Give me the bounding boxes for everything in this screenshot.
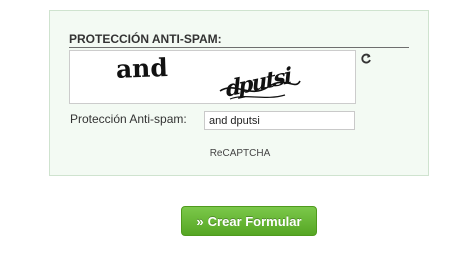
section-title: PROTECCIÓN ANTI-SPAM:	[69, 32, 409, 48]
double-chevron-right-icon: »	[196, 213, 204, 229]
anti-spam-field-label: Protección Anti-spam:	[70, 112, 187, 126]
captcha-image: and dputsi	[69, 50, 356, 104]
create-form-button[interactable]: » Crear Formular	[181, 206, 317, 236]
anti-spam-input[interactable]	[204, 111, 355, 130]
anti-spam-panel: PROTECCIÓN ANTI-SPAM: and dputsi Protecc…	[49, 10, 429, 176]
recaptcha-label: ReCAPTCHA	[209, 148, 271, 159]
create-form-button-label: Crear Formular	[207, 213, 302, 229]
captcha-word-1: and	[115, 53, 168, 84]
reload-icon[interactable]	[360, 53, 372, 65]
page: PROTECCIÓN ANTI-SPAM: and dputsi Protecc…	[0, 0, 460, 280]
